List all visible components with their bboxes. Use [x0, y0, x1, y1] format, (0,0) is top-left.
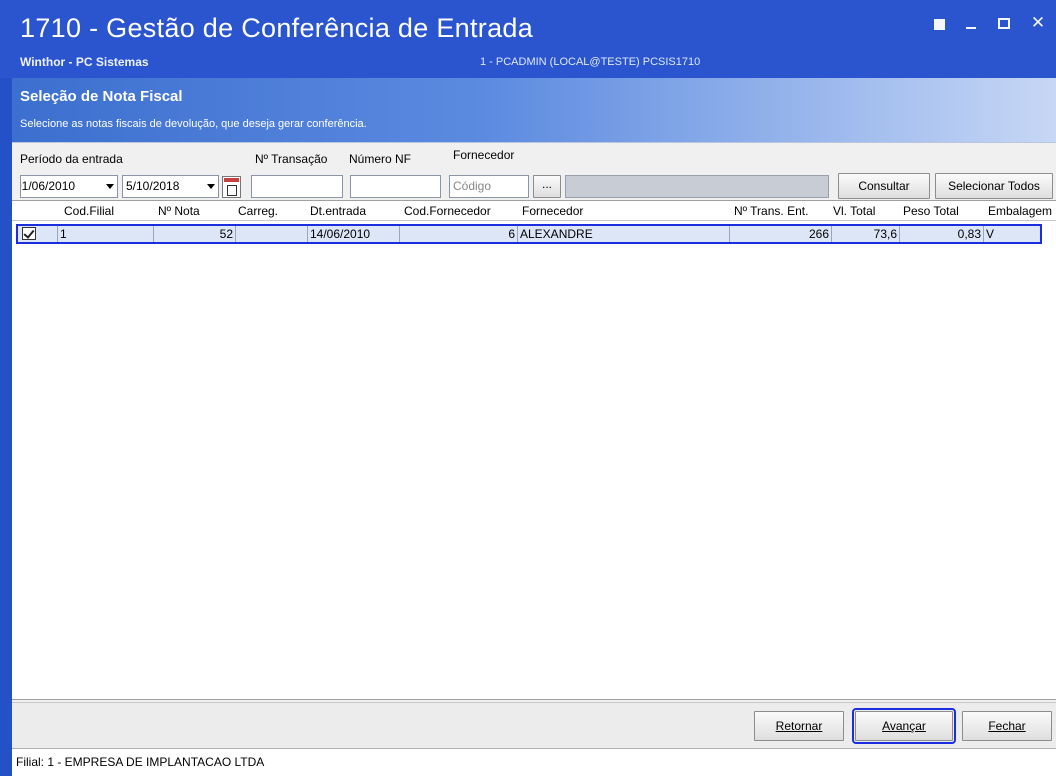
numero-nf-input[interactable] — [350, 175, 441, 198]
row-select-cell[interactable] — [18, 226, 58, 242]
app-window: 1710 - Gestão de Conferência de Entrada … — [0, 0, 1056, 776]
notes-grid[interactable]: Cod.Filial Nº Nota Carreg. Dt.entrada Co… — [12, 200, 1056, 700]
column-header[interactable]: Dt.entrada — [310, 201, 400, 221]
checkbox-checked-icon[interactable] — [22, 227, 36, 240]
chevron-down-icon[interactable] — [106, 184, 114, 189]
fechar-label: Fechar — [988, 719, 1026, 733]
selecionar-todos-button[interactable]: Selecionar Todos — [935, 173, 1053, 199]
close-icon[interactable]: ✕ — [1030, 15, 1046, 32]
action-bar: Retornar Avançar Fechar — [12, 702, 1056, 748]
vl-total-cell: 73,6 — [832, 226, 900, 242]
section-description: Selecione as notas fiscais de devolução,… — [20, 118, 367, 130]
table-row[interactable]: 1 52 14/06/2010 6 ALEXANDRE 266 73,6 0,8… — [16, 224, 1042, 244]
minimize-icon[interactable] — [966, 16, 982, 30]
grid-header: Cod.Filial Nº Nota Carreg. Dt.entrada Co… — [12, 201, 1056, 221]
periodo-label: Período da entrada — [20, 152, 123, 166]
date-to-field[interactable]: 5/10/2018 — [122, 175, 219, 198]
num-trans-ent-cell: 266 — [730, 226, 832, 242]
status-bar: Filial: 1 - EMPRESA DE IMPLANTACAO LTDA — [12, 748, 1056, 776]
date-to-value: 5/10/2018 — [126, 179, 180, 193]
date-from-field[interactable]: 01/06/2010 — [20, 175, 118, 198]
fornecedor-code-input[interactable]: Código — [449, 175, 529, 198]
restore-icon[interactable] — [934, 16, 950, 30]
fornecedor-name-field — [565, 175, 829, 198]
column-header[interactable]: Fornecedor — [522, 201, 732, 221]
date-from-value: 01/06/2010 — [20, 179, 76, 193]
section-banner: Seleção de Nota Fiscal Selecione as nota… — [12, 78, 1056, 142]
window-controls: ✕ — [934, 15, 1046, 32]
transacao-label: Nº Transação — [255, 152, 328, 166]
chevron-down-icon[interactable] — [207, 184, 215, 189]
cod-fornecedor-cell: 6 — [400, 226, 518, 242]
column-header[interactable]: Embalagem — [988, 201, 1056, 221]
maximize-icon[interactable] — [998, 16, 1014, 30]
column-header[interactable]: Cod.Fornecedor — [404, 201, 512, 221]
filter-panel: Período da entrada 01/06/2010 5/10/2018 … — [12, 142, 1056, 200]
fornecedor-label: Fornecedor — [453, 148, 515, 162]
column-header[interactable]: Carreg. — [238, 201, 302, 221]
client-area: Seleção de Nota Fiscal Selecione as nota… — [12, 78, 1056, 776]
company-name: Winthor - PC Sistemas — [20, 55, 149, 69]
carreg-cell — [236, 226, 308, 242]
window-title: 1710 - Gestão de Conferência de Entrada — [20, 13, 534, 43]
section-title: Seleção de Nota Fiscal — [20, 88, 183, 105]
embalagem-cell: V — [986, 227, 995, 241]
numero-nota-cell: 52 — [154, 226, 236, 242]
column-header[interactable]: Nº Nota — [158, 201, 230, 221]
column-header[interactable]: Nº Trans. Ent. — [734, 201, 830, 221]
column-header[interactable]: Cod.Filial — [64, 201, 154, 221]
column-header[interactable]: Vl. Total — [833, 201, 899, 221]
column-header[interactable]: Peso Total — [903, 201, 983, 221]
consultar-button[interactable]: Consultar — [838, 173, 930, 199]
fechar-button[interactable]: Fechar — [962, 711, 1052, 741]
retornar-button[interactable]: Retornar — [754, 711, 844, 741]
transacao-input[interactable] — [251, 175, 343, 198]
calendar-icon[interactable] — [222, 176, 241, 198]
title-bar[interactable]: 1710 - Gestão de Conferência de Entrada … — [0, 0, 1056, 78]
dt-entrada-cell: 14/06/2010 — [308, 226, 400, 242]
fornecedor-browse-button[interactable]: ... — [533, 175, 561, 198]
numero-nf-label: Número NF — [349, 152, 412, 166]
peso-total-cell: 0,83 — [900, 226, 984, 242]
avancar-button[interactable]: Avançar — [852, 708, 956, 744]
fornecedor-cell: ALEXANDRE — [518, 226, 730, 242]
session-info: 1 - PCADMIN (LOCAL@TESTE) PCSIS1710 — [480, 56, 701, 68]
retornar-label: Retornar — [775, 719, 823, 733]
cod-filial-cell: 1 — [58, 226, 154, 242]
avancar-label: Avançar — [882, 719, 926, 733]
